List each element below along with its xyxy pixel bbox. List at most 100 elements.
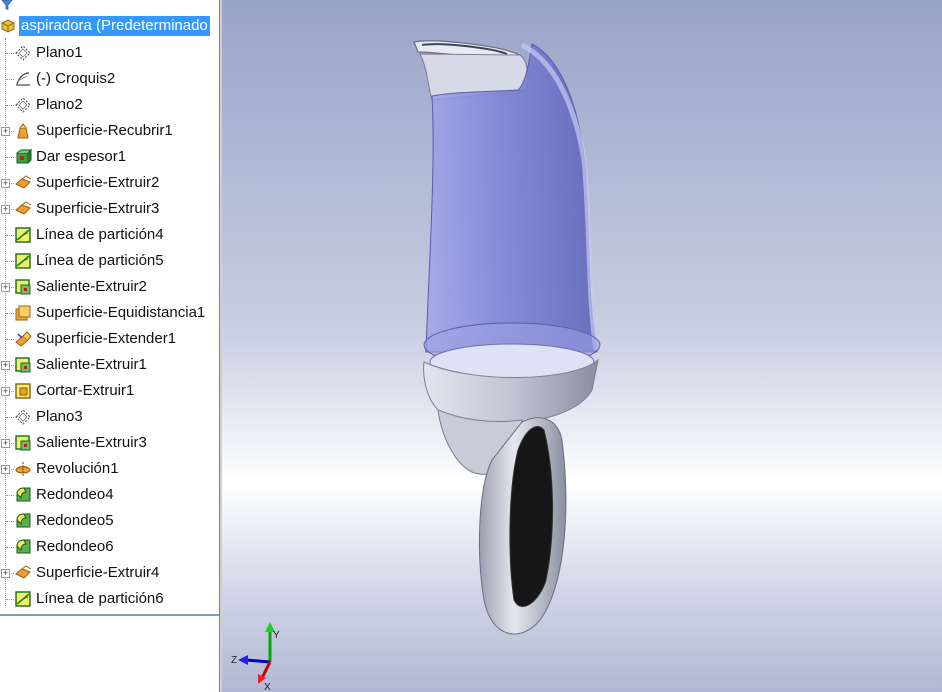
tree-item[interactable]: Redondeo4 (0, 482, 219, 508)
tree-item[interactable]: + Saliente-Extruir1 (0, 352, 219, 378)
tree-item-label: Redondeo4 (36, 486, 114, 503)
tree-item-label: Revolución1 (36, 460, 119, 477)
expand-toggle[interactable]: + (1, 179, 10, 188)
tree-item-label: Línea de partición5 (36, 252, 164, 269)
feature-manager-tree: aspiradora (Predeterminado Plano1 (-) Cro… (0, 0, 219, 692)
tree-item-label: Plano3 (36, 408, 83, 425)
surface-extrude-icon (15, 565, 32, 579)
revolve-icon (15, 462, 31, 477)
tree-item-label: Plano1 (36, 44, 83, 61)
tree-connector (6, 599, 14, 600)
tree-item-label: Superficie-Extruir2 (36, 174, 160, 191)
tree-item[interactable]: Superficie-Equidistancia1 (0, 300, 219, 326)
tree-connector (6, 417, 14, 418)
expand-toggle[interactable]: + (1, 465, 10, 474)
part-icon (1, 19, 15, 33)
plane-icon (15, 97, 31, 113)
tree-item[interactable]: Redondeo6 (0, 534, 219, 560)
root-part-label: aspiradora (Predeterminado (19, 16, 210, 36)
thicken-icon (16, 148, 32, 164)
split-line-icon (15, 227, 31, 243)
tree-item-label: Superficie-Extender1 (36, 330, 177, 347)
tree-item[interactable]: Línea de partición6 (0, 586, 219, 612)
filter-row (0, 0, 219, 12)
tree-item[interactable]: Dar espesor1 (0, 144, 219, 170)
tree-item[interactable]: + Superficie-Recubrir1 (0, 118, 219, 144)
tree-item[interactable]: + Superficie-Extruir2 (0, 170, 219, 196)
tree-item[interactable]: Superficie-Extender1 (0, 326, 219, 352)
surface-loft-icon (17, 123, 29, 139)
tree-item-label: Dar espesor1 (36, 148, 127, 165)
y-axis-label: Y (273, 630, 280, 641)
tree-connector (6, 339, 14, 340)
tree-item[interactable]: Línea de partición4 (0, 222, 219, 248)
tree-item-label: Superficie-Extruir4 (36, 564, 160, 581)
tree-item-label: Saliente-Extruir3 (36, 434, 147, 451)
filter-icon[interactable] (1, 0, 13, 10)
tree-item[interactable]: + Revolución1 (0, 456, 219, 482)
z-axis-label: Z (231, 655, 237, 666)
tree-connector (6, 53, 14, 54)
boss-extrude-icon (15, 435, 31, 451)
fillet-icon (16, 539, 31, 554)
tree-item[interactable]: Línea de partición5 (0, 248, 219, 274)
tree-item[interactable]: + Saliente-Extruir2 (0, 274, 219, 300)
tree-item-label: Superficie-Extruir3 (36, 200, 160, 217)
tree-item-label: (-) Croquis2 (36, 70, 116, 87)
tree-item-label: Saliente-Extruir2 (36, 278, 147, 295)
split-line-icon (15, 591, 31, 607)
tree-connector (6, 157, 14, 158)
tree-item-label: Superficie-Recubrir1 (36, 122, 173, 139)
expand-toggle[interactable]: + (1, 569, 10, 578)
extend-surface-icon (15, 331, 32, 347)
fillet-icon (16, 487, 31, 502)
tree-connector (6, 261, 14, 262)
expand-toggle[interactable]: + (1, 439, 10, 448)
x-axis-line (260, 661, 272, 679)
tree-connector (6, 313, 14, 314)
tree-item-label: Superficie-Equidistancia1 (36, 304, 206, 321)
tree-connector (6, 235, 14, 236)
tree-item-label: Saliente-Extruir1 (36, 356, 147, 373)
tree-connector (6, 105, 14, 106)
boss-extrude-icon (15, 357, 31, 373)
tree-item-label: Línea de partición4 (36, 226, 164, 243)
tree-item[interactable]: + Superficie-Extruir3 (0, 196, 219, 222)
tree-item-label: Línea de partición6 (36, 590, 164, 607)
tree-connector (6, 521, 14, 522)
expand-toggle[interactable]: + (1, 205, 10, 214)
plane-icon (15, 409, 31, 425)
tree-item-label: Redondeo5 (36, 512, 114, 529)
tree-item[interactable]: Plano1 (0, 40, 219, 66)
tree-connector (6, 79, 14, 80)
tree-item[interactable]: + Saliente-Extruir3 (0, 430, 219, 456)
tree-item[interactable]: Redondeo5 (0, 508, 219, 534)
tree-item-label: Plano2 (36, 96, 83, 113)
tree-item[interactable]: + Cortar-Extruir1 (0, 378, 219, 404)
z-axis-line (245, 658, 271, 664)
tree-root[interactable]: aspiradora (Predeterminado (0, 14, 219, 38)
x-axis-label: X (264, 682, 271, 692)
offset-surface-icon (15, 305, 31, 321)
fillet-icon (16, 513, 31, 528)
graphics-viewport[interactable]: Y Z X (222, 0, 942, 692)
split-line-icon (15, 253, 31, 269)
cut-extrude-icon (15, 383, 31, 399)
tree-connector (6, 495, 14, 496)
tree-item-label: Cortar-Extruir1 (36, 382, 135, 399)
expand-toggle[interactable]: + (1, 127, 10, 136)
tree-item[interactable]: + Superficie-Extruir4 (0, 560, 219, 586)
tree-item-label: Redondeo6 (36, 538, 114, 555)
expand-toggle[interactable]: + (1, 387, 10, 396)
plane-icon (15, 45, 31, 61)
surface-extrude-icon (15, 175, 32, 189)
expand-toggle[interactable]: + (1, 361, 10, 370)
tree-connector (6, 547, 14, 548)
sketch-icon (16, 72, 30, 86)
tree-item[interactable]: Plano2 (0, 92, 219, 118)
z-axis-arrow (238, 655, 248, 665)
tree-item[interactable]: Plano3 (0, 404, 219, 430)
expand-toggle[interactable]: + (1, 283, 10, 292)
boss-extrude-icon (15, 279, 31, 295)
tree-item[interactable]: (-) Croquis2 (0, 66, 219, 92)
